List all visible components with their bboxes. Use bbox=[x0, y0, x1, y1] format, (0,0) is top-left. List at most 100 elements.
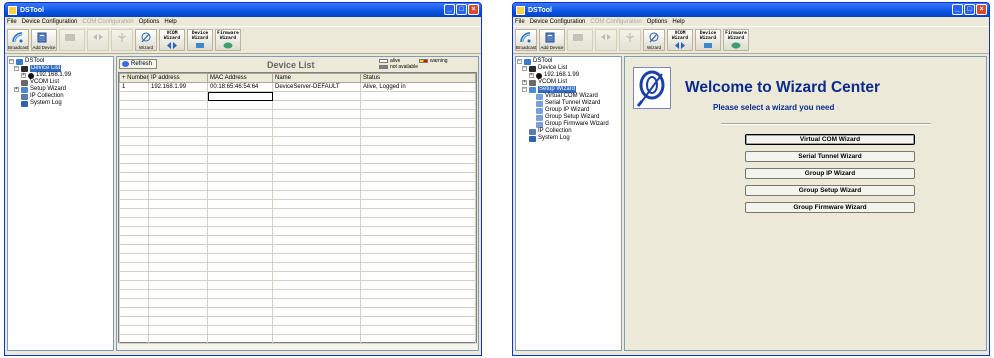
tree-node-group-firmware-wizard[interactable]: Group Firmware Wizard bbox=[517, 121, 620, 128]
table-cell[interactable] bbox=[207, 145, 273, 155]
table-row[interactable] bbox=[119, 307, 476, 317]
table-cell[interactable] bbox=[207, 325, 273, 335]
table-cell[interactable] bbox=[272, 145, 361, 155]
table-cell[interactable] bbox=[119, 271, 149, 281]
table-cell[interactable] bbox=[360, 100, 476, 110]
table-cell[interactable] bbox=[360, 226, 476, 236]
table-cell[interactable] bbox=[207, 154, 273, 164]
expand-icon[interactable]: + bbox=[529, 73, 534, 78]
tree-node-setup-wizard[interactable]: − Setup Wizard bbox=[517, 86, 620, 93]
table-cell[interactable] bbox=[148, 253, 208, 263]
table-cell[interactable] bbox=[272, 298, 361, 308]
table-cell[interactable] bbox=[207, 181, 273, 191]
table-cell[interactable] bbox=[207, 217, 273, 227]
table-cell[interactable] bbox=[272, 172, 361, 182]
menu-help[interactable]: Help bbox=[672, 19, 684, 25]
menu-options[interactable]: Options bbox=[647, 19, 668, 25]
table-cell[interactable] bbox=[207, 190, 273, 200]
expand-icon[interactable]: + bbox=[14, 87, 19, 92]
table-cell[interactable] bbox=[119, 118, 149, 128]
table-cell[interactable] bbox=[119, 208, 149, 218]
group-firmware-wizard-button[interactable]: Group Firmware Wizard bbox=[745, 202, 915, 213]
table-cell[interactable] bbox=[148, 145, 208, 155]
table-cell[interactable] bbox=[207, 235, 273, 245]
serial-tunnel-wizard-button[interactable]: Serial Tunnel Wizard bbox=[745, 151, 915, 162]
expand-icon[interactable]: + bbox=[522, 80, 527, 85]
table-cell[interactable] bbox=[148, 289, 208, 299]
column-number[interactable]: + Number bbox=[119, 73, 149, 83]
table-cell[interactable] bbox=[207, 307, 273, 317]
group-setup-wizard-button[interactable]: Group Setup Wizard bbox=[745, 185, 915, 196]
tree-node-virtual-com-wizard[interactable]: Virtual COM Wizard bbox=[517, 93, 620, 100]
table-cell[interactable] bbox=[119, 100, 149, 110]
table-cell[interactable] bbox=[272, 235, 361, 245]
table-cell[interactable] bbox=[272, 307, 361, 317]
virtual-com-wizard-button[interactable]: Virtual COM Wizard bbox=[745, 134, 915, 145]
table-cell[interactable] bbox=[119, 91, 149, 101]
table-cell[interactable] bbox=[360, 307, 476, 317]
table-row[interactable] bbox=[119, 316, 476, 326]
table-cell[interactable] bbox=[119, 190, 149, 200]
tree-node-group-setup-wizard[interactable]: Group Setup Wizard bbox=[517, 114, 620, 121]
table-row[interactable] bbox=[119, 172, 476, 182]
table-cell[interactable] bbox=[272, 316, 361, 326]
table-cell[interactable] bbox=[148, 100, 208, 110]
table-cell[interactable] bbox=[272, 109, 361, 119]
menu-file[interactable]: File bbox=[515, 19, 525, 25]
title-bar[interactable]: DSTool _ □ × bbox=[5, 3, 481, 17]
table-cell[interactable] bbox=[119, 172, 149, 182]
table-row[interactable] bbox=[119, 280, 476, 290]
vcom-wizard-button[interactable]: VCOM Wizard bbox=[667, 29, 693, 51]
table-cell[interactable] bbox=[207, 208, 273, 218]
connect-button[interactable] bbox=[595, 29, 617, 51]
table-cell[interactable] bbox=[119, 307, 149, 317]
table-cell[interactable] bbox=[207, 334, 273, 344]
table-cell[interactable] bbox=[360, 208, 476, 218]
table-cell[interactable] bbox=[272, 280, 361, 290]
vcom-wizard-button[interactable]: VCOM Wizard bbox=[159, 29, 185, 51]
tree-node-device-list[interactable]: − Device List bbox=[517, 65, 620, 72]
table-cell[interactable] bbox=[360, 118, 476, 128]
table-cell[interactable] bbox=[207, 172, 273, 182]
table-cell[interactable] bbox=[272, 325, 361, 335]
table-cell[interactable]: 1 bbox=[119, 82, 149, 92]
table-row[interactable] bbox=[119, 91, 476, 101]
table-cell[interactable] bbox=[119, 253, 149, 263]
table-cell[interactable] bbox=[119, 226, 149, 236]
close-button[interactable]: × bbox=[468, 4, 479, 15]
menu-com-configuration[interactable]: COM Configuration bbox=[590, 19, 641, 25]
collapse-icon[interactable]: − bbox=[9, 59, 14, 64]
table-row[interactable] bbox=[119, 145, 476, 155]
table-cell[interactable] bbox=[272, 199, 361, 209]
table-cell[interactable] bbox=[360, 127, 476, 137]
table-cell[interactable] bbox=[360, 145, 476, 155]
table-row[interactable] bbox=[119, 136, 476, 146]
table-cell[interactable]: Alive, Logged in bbox=[360, 82, 476, 92]
table-cell[interactable] bbox=[360, 253, 476, 263]
menu-device-configuration[interactable]: Device Configuration bbox=[530, 19, 586, 25]
tree-node-system-log[interactable]: System Log bbox=[517, 135, 620, 142]
table-cell[interactable] bbox=[360, 280, 476, 290]
table-cell[interactable] bbox=[207, 244, 273, 254]
wizard-button[interactable]: Wizard bbox=[135, 29, 157, 51]
table-row[interactable] bbox=[119, 325, 476, 335]
title-bar[interactable]: DSTool _ □ × bbox=[513, 3, 989, 17]
table-cell[interactable] bbox=[360, 109, 476, 119]
table-cell[interactable] bbox=[272, 91, 361, 101]
table-cell[interactable] bbox=[148, 208, 208, 218]
add-device-button[interactable]: Add Device bbox=[539, 29, 565, 51]
table-row[interactable] bbox=[119, 190, 476, 200]
table-cell[interactable] bbox=[119, 163, 149, 173]
table-row[interactable] bbox=[119, 298, 476, 308]
menu-device-configuration[interactable]: Device Configuration bbox=[22, 19, 78, 25]
table-cell[interactable] bbox=[360, 289, 476, 299]
table-cell[interactable] bbox=[148, 181, 208, 191]
maximize-button[interactable]: □ bbox=[964, 4, 975, 15]
table-row[interactable]: 1 192.168.1.99 00:18:65:46:54:64 DeviceServ… bbox=[119, 82, 476, 92]
table-cell[interactable] bbox=[272, 244, 361, 254]
table-cell[interactable] bbox=[148, 244, 208, 254]
table-cell[interactable] bbox=[148, 298, 208, 308]
table-cell[interactable]: 192.168.1.99 bbox=[148, 82, 208, 92]
table-cell[interactable] bbox=[207, 199, 273, 209]
table-cell[interactable] bbox=[148, 118, 208, 128]
